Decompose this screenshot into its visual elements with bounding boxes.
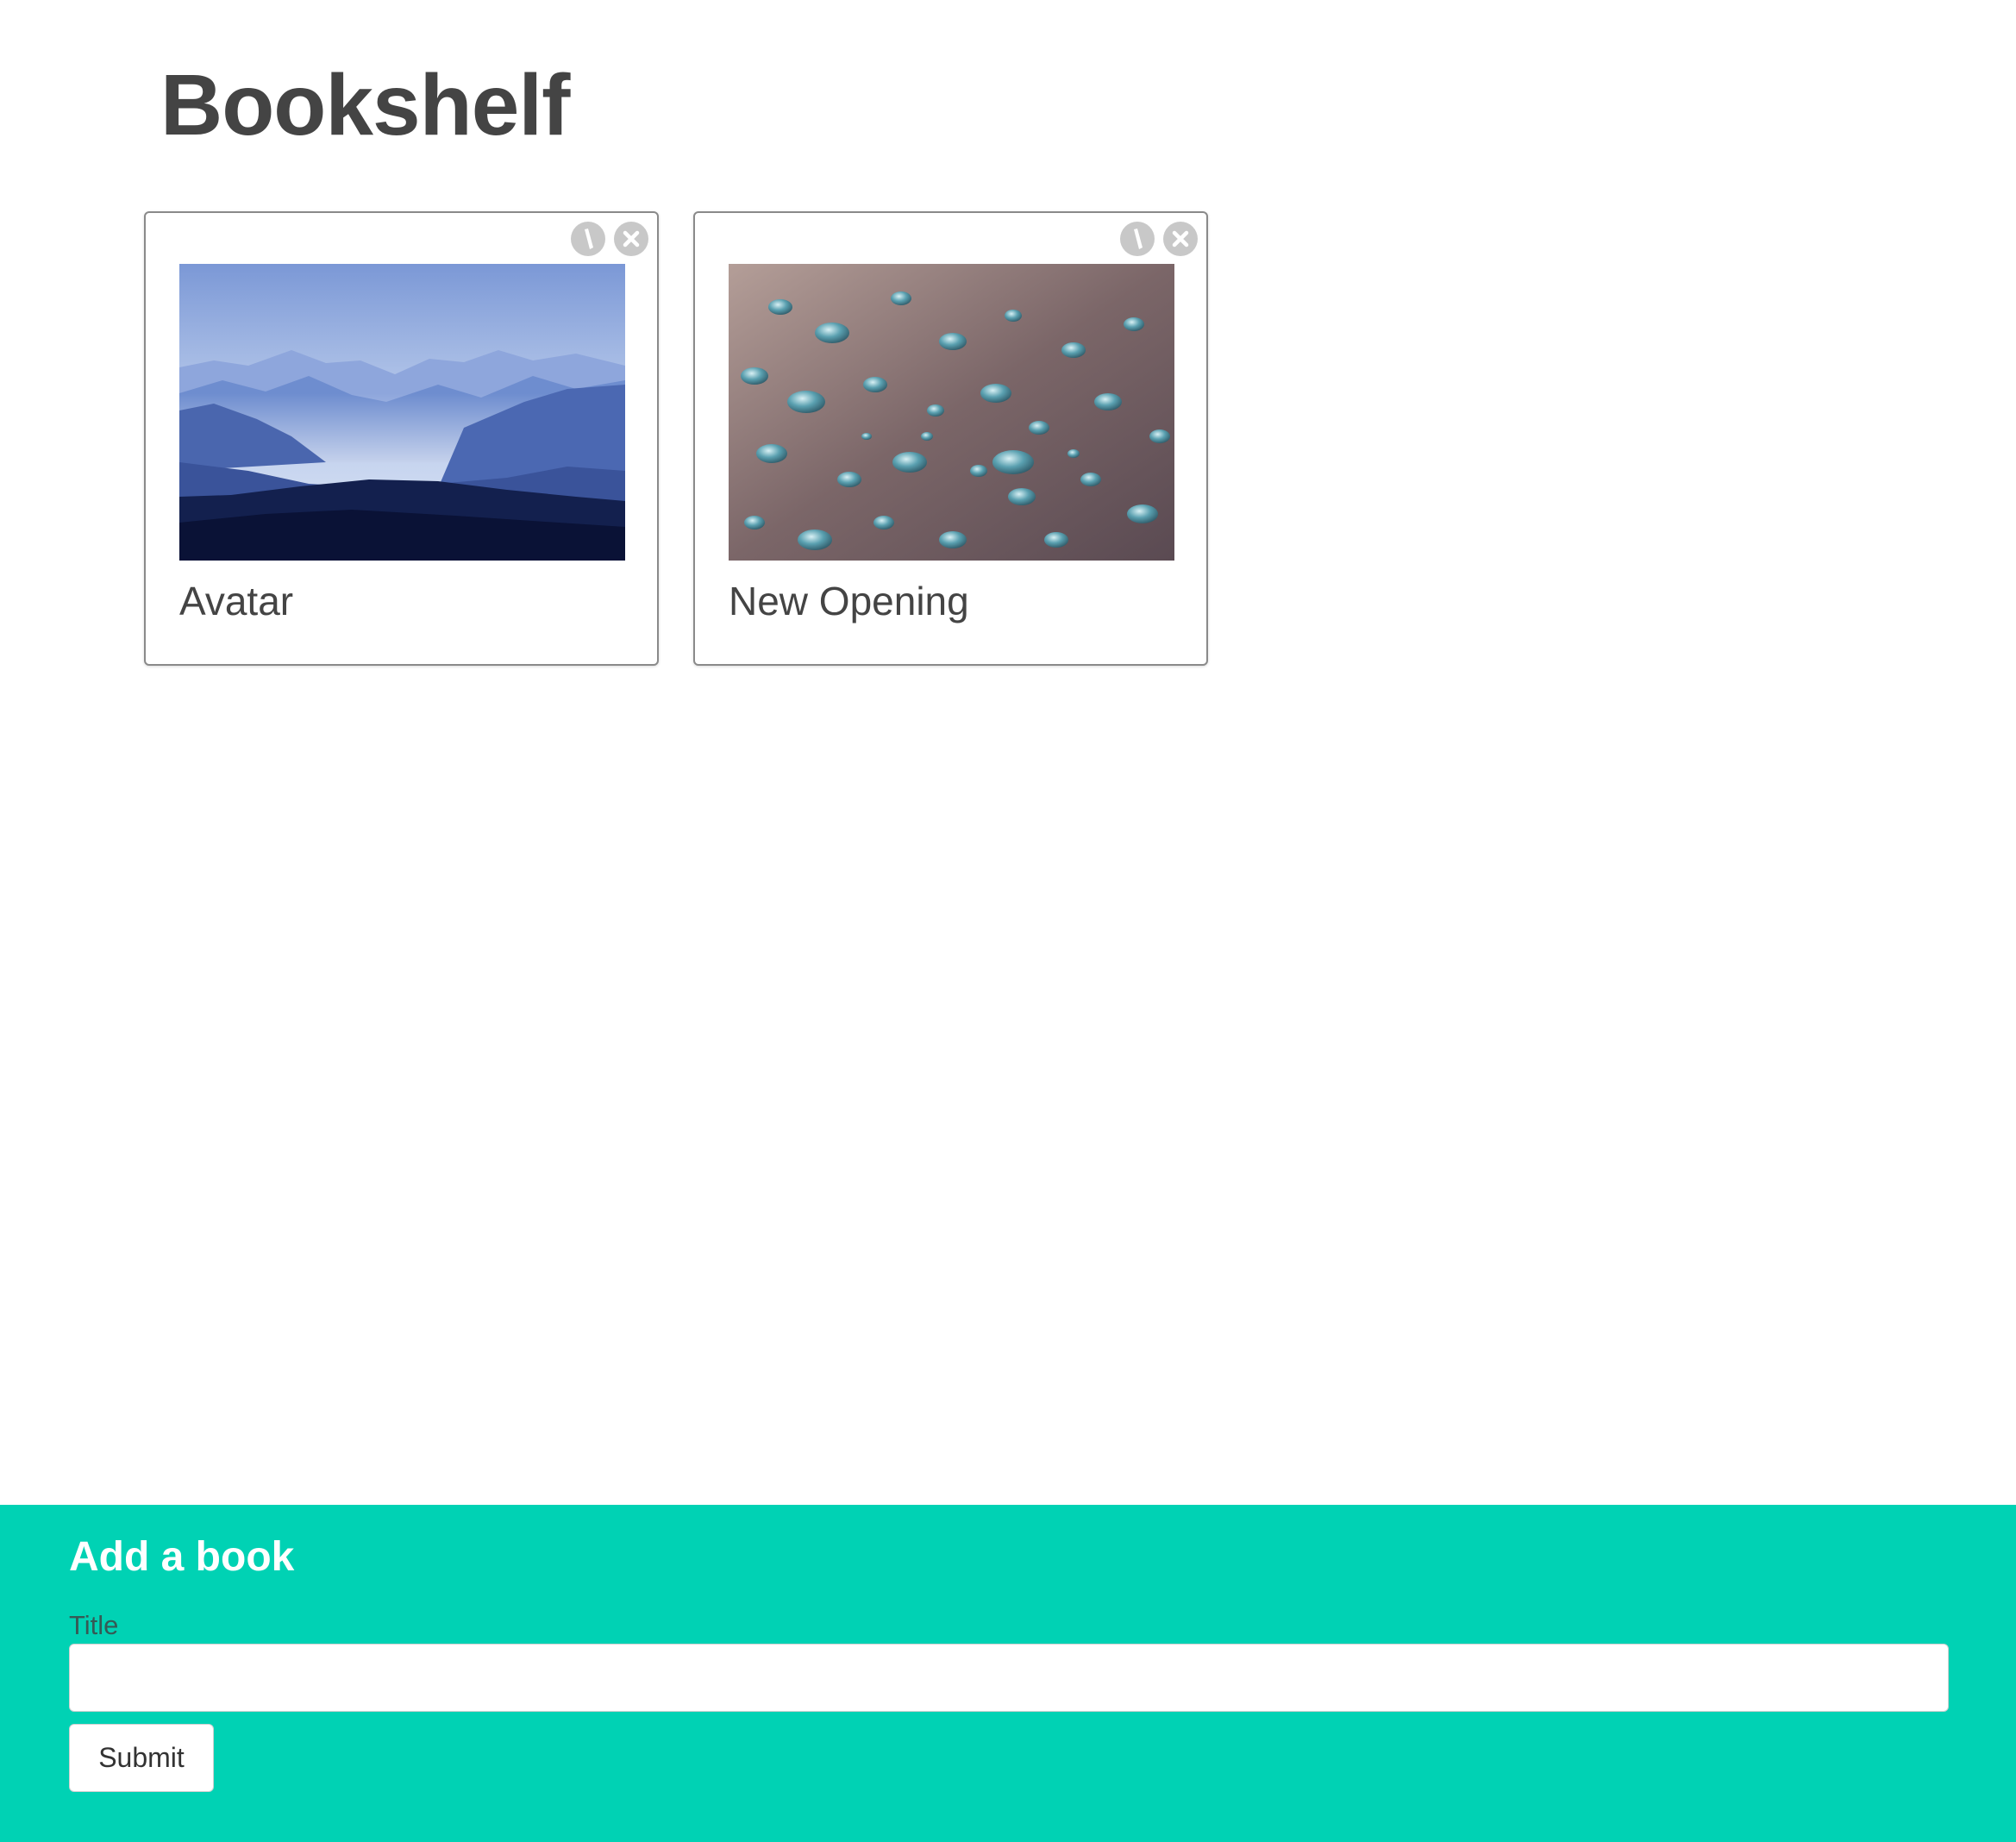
page-title: Bookshelf bbox=[160, 57, 570, 154]
close-icon[interactable] bbox=[1163, 222, 1198, 256]
page: Bookshelf Avatar New Opening Add a book … bbox=[0, 0, 2016, 1842]
close-icon[interactable] bbox=[614, 222, 648, 256]
edit-icon[interactable] bbox=[571, 222, 605, 256]
misty-blue-mountains-image bbox=[179, 264, 625, 561]
water-droplets-image bbox=[729, 264, 1174, 561]
title-input[interactable] bbox=[69, 1644, 1949, 1712]
add-book-panel: Add a book Title Submit bbox=[0, 1505, 2016, 1842]
edit-icon[interactable] bbox=[1120, 222, 1155, 256]
submit-button[interactable]: Submit bbox=[69, 1724, 214, 1792]
title-label: Title bbox=[69, 1610, 119, 1640]
card-actions bbox=[1120, 222, 1198, 256]
bookshelf-grid: Avatar New Opening bbox=[144, 211, 1208, 666]
book-card[interactable]: Avatar bbox=[144, 211, 659, 666]
add-book-heading: Add a book bbox=[69, 1534, 295, 1580]
book-card[interactable]: New Opening bbox=[693, 211, 1208, 666]
card-actions bbox=[571, 222, 648, 256]
book-title: New Opening bbox=[729, 579, 969, 623]
book-title: Avatar bbox=[179, 579, 294, 623]
